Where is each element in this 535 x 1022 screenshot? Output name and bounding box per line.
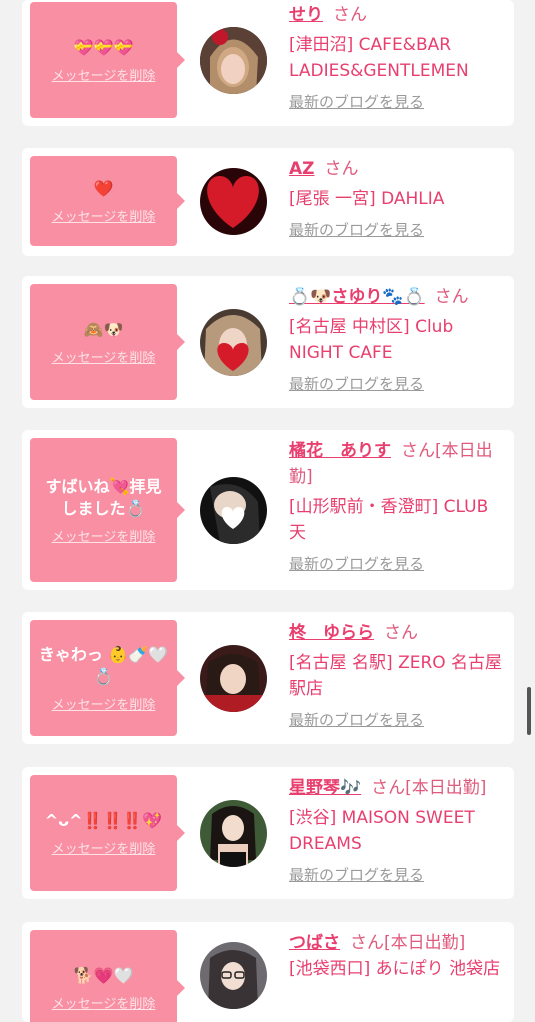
list-item: ^ᴗ^‼️‼️‼️💖 メッセージを削除 星野琴🎶 さん[本日出勤] [渋谷] MA… [22, 767, 514, 899]
avatar[interactable] [200, 27, 267, 94]
avatar[interactable] [200, 645, 267, 712]
avatar[interactable] [200, 168, 267, 235]
profile-info: AZ さん [尾張 一宮] DAHLIA 最新のブログを見る [289, 156, 506, 240]
delete-message-link[interactable]: メッセージを削除 [52, 993, 156, 1012]
message-bubble: きゃわっ 👶🍼🤍💍 メッセージを削除 [30, 620, 185, 736]
shop-text: [津田沼] CAFE&BAR LADIES&GENTLEMEN [289, 35, 469, 81]
name-suffix: さん [434, 287, 469, 307]
name-suffix: さん [333, 5, 367, 25]
profile-name-link[interactable]: せり [289, 5, 323, 25]
shop-text: [山形駅前・香澄町] CLUB 天 [289, 497, 489, 543]
latest-blog-link[interactable]: 最新のブログを見る [289, 865, 506, 885]
profile-info: 橘花 ありす さん[本日出勤] [山形駅前・香澄町] CLUB 天 最新のブログを… [289, 438, 506, 574]
shop-text: [池袋西口] あにぽり 池袋店 [289, 959, 501, 979]
name-suffix: さん[本日出勤] [371, 778, 487, 798]
list-item: すばいね💘拝見しました💍 メッセージを削除 橘花 ありす さん[本日出勤] [山形… [22, 430, 514, 590]
latest-blog-link[interactable]: 最新のブログを見る [289, 92, 506, 112]
profile-name-link[interactable]: 柊 ゆらら [289, 623, 374, 643]
profile-info: 星野琴🎶 さん[本日出勤] [渋谷] MAISON SWEET DREAMS 最新… [289, 775, 506, 885]
profile-info: 柊 ゆらら さん [名古屋 名駅] ZERO 名古屋駅店 最新のブログを見る [289, 620, 506, 730]
shop-text: [名古屋 名駅] ZERO 名古屋駅店 [289, 653, 503, 699]
message-text: 🐕💗🤍 [73, 965, 134, 985]
profile-name-link[interactable]: 橘花 ありす [289, 441, 391, 461]
avatar-photo-icon [200, 309, 267, 376]
message-text: すばいね💘拝見しました💍 [45, 476, 162, 518]
message-bubble: ❤️ メッセージを削除 [30, 156, 185, 246]
avatar-photo-icon [200, 942, 267, 1009]
message-bubble: 🙈🐶 メッセージを削除 [30, 284, 185, 400]
profile-name-link[interactable]: 💍🐶さゆり🐾💍 [289, 287, 425, 307]
name-suffix: さん [324, 159, 359, 179]
shop-text: [渋谷] MAISON SWEET DREAMS [289, 808, 475, 854]
list-item: 🐕💗🤍 メッセージを削除 つばさ さん[本日出勤] [池袋西口] あにぽり 池袋店 [22, 922, 514, 1022]
message-text: 💝💝💝 [73, 37, 134, 57]
message-bubble: 💝💝💝 メッセージを削除 [30, 2, 185, 118]
avatar-photo-icon [200, 27, 267, 94]
avatar-photo-icon [200, 477, 267, 544]
profile-info: せり さん [津田沼] CAFE&BAR LADIES&GENTLEMEN 最新の… [289, 2, 506, 112]
message-text: きゃわっ 👶🍼🤍💍 [38, 644, 169, 686]
delete-message-link[interactable]: メッセージを削除 [52, 206, 156, 225]
delete-message-link[interactable]: メッセージを削除 [52, 65, 156, 84]
profile-name-link[interactable]: 星野琴🎶 [289, 778, 361, 798]
profile-info: 💍🐶さゆり🐾💍 さん [名古屋 中村区] Club NIGHT CAFE 最新のブ… [289, 284, 506, 394]
list-item: 🙈🐶 メッセージを削除 💍🐶さゆり🐾💍 さん [名古屋 中村区] Club NIG… [22, 276, 514, 408]
shop-text: [名古屋 中村区] Club NIGHT CAFE [289, 317, 454, 363]
message-bubble: 🐕💗🤍 メッセージを削除 [30, 930, 185, 1022]
message-bubble: ^ᴗ^‼️‼️‼️💖 メッセージを削除 [30, 775, 185, 891]
avatar[interactable] [200, 942, 267, 1009]
list-item: ❤️ メッセージを削除 AZ さん [尾張 一宮] DAHLIA 最新のブログを見… [22, 148, 514, 256]
scrollbar[interactable] [527, 687, 531, 735]
avatar-photo-icon [200, 645, 267, 712]
delete-message-link[interactable]: メッセージを削除 [52, 347, 156, 366]
delete-message-link[interactable]: メッセージを削除 [52, 694, 156, 713]
avatar[interactable] [200, 477, 267, 544]
name-suffix: さん[本日出勤] [350, 933, 466, 953]
avatar[interactable] [200, 309, 267, 376]
profile-info: つばさ さん[本日出勤] [池袋西口] あにぽり 池袋店 [289, 930, 506, 982]
profile-name-link[interactable]: つばさ [289, 933, 340, 953]
message-text: ❤️ [93, 178, 114, 198]
profile-name-link[interactable]: AZ [289, 159, 314, 179]
latest-blog-link[interactable]: 最新のブログを見る [289, 554, 506, 574]
latest-blog-link[interactable]: 最新のブログを見る [289, 220, 506, 240]
avatar[interactable] [200, 800, 267, 867]
shop-text: [尾張 一宮] DAHLIA [289, 189, 445, 209]
delete-message-link[interactable]: メッセージを削除 [52, 838, 156, 857]
latest-blog-link[interactable]: 最新のブログを見る [289, 710, 506, 730]
name-suffix: さん [384, 623, 418, 643]
message-bubble: すばいね💘拝見しました💍 メッセージを削除 [30, 438, 185, 582]
list-item: 💝💝💝 メッセージを削除 せり さん [津田沼] CAFE&BAR LADIES&… [22, 0, 514, 126]
avatar-photo-icon [200, 168, 267, 235]
avatar-photo-icon [200, 800, 267, 867]
latest-blog-link[interactable]: 最新のブログを見る [289, 374, 506, 394]
list-item: きゃわっ 👶🍼🤍💍 メッセージを削除 柊 ゆらら さん [名古屋 名駅] ZERO… [22, 612, 514, 744]
message-text: 🙈🐶 [83, 319, 124, 339]
delete-message-link[interactable]: メッセージを削除 [52, 526, 156, 545]
message-text: ^ᴗ^‼️‼️‼️💖 [44, 810, 163, 830]
